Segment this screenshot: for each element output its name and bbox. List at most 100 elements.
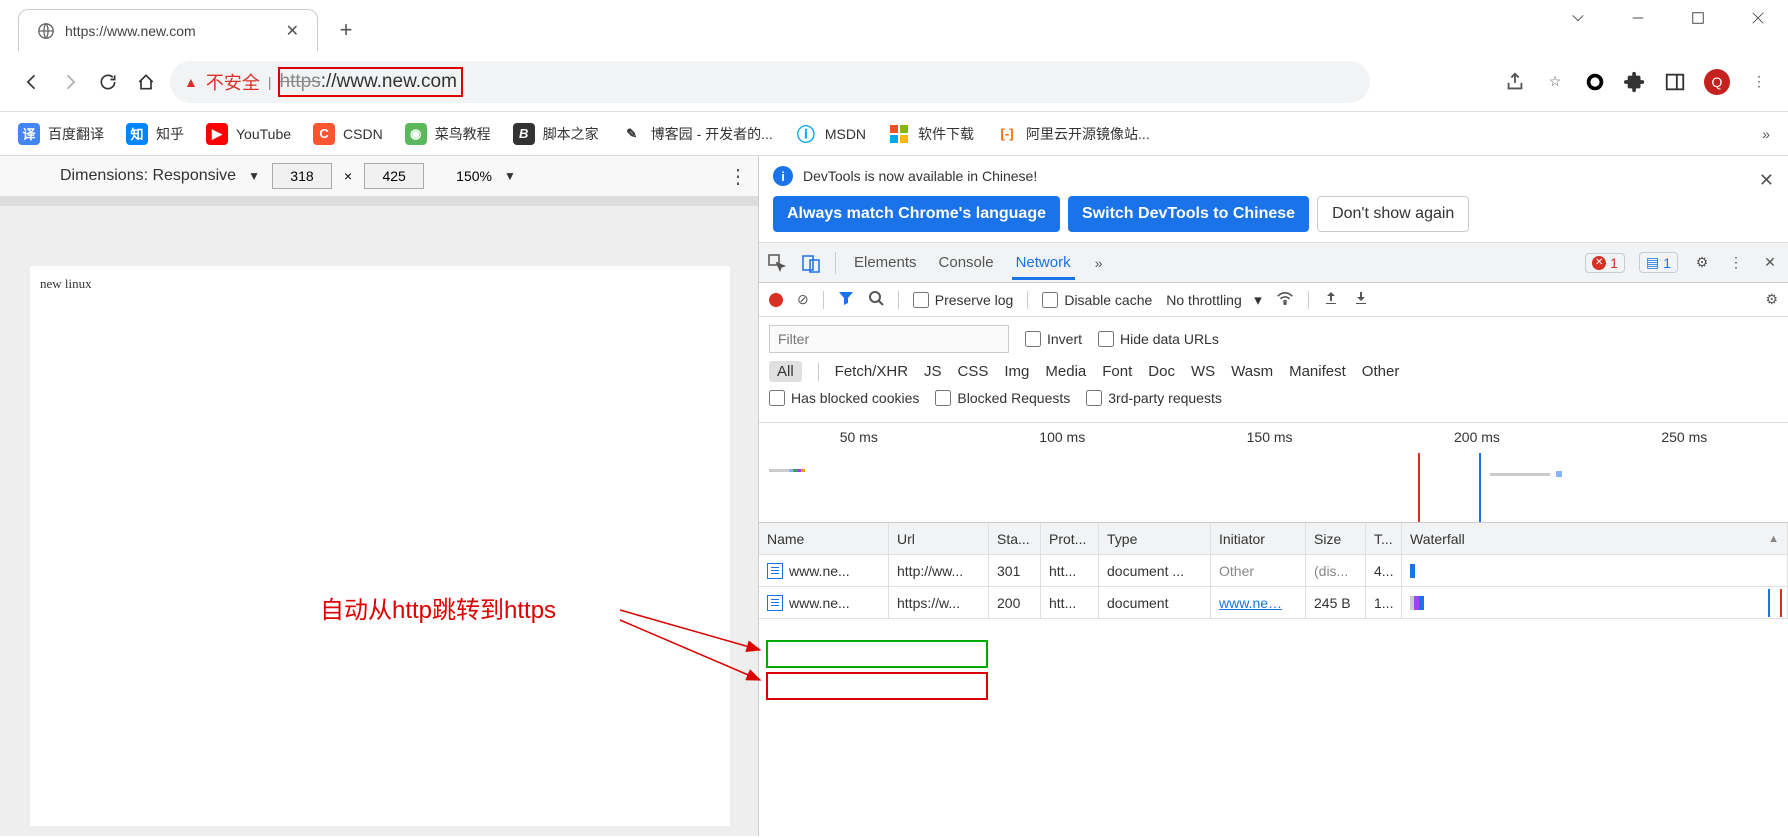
inspect-icon[interactable]	[767, 253, 787, 273]
device-toolbar: Dimensions: Responsive▼ × 150%▼ ⋮	[0, 156, 758, 196]
blocked-requests-checkbox[interactable]: Blocked Requests	[935, 390, 1070, 406]
close-tab-icon[interactable]: ✕	[286, 21, 299, 41]
filter-input[interactable]	[769, 325, 1009, 353]
maximize-button[interactable]	[1668, 0, 1728, 36]
filter-type[interactable]: Other	[1362, 363, 1400, 380]
blocked-cookies-checkbox[interactable]: Has blocked cookies	[769, 390, 919, 406]
bookmark-item[interactable]: ▶YouTube	[206, 123, 291, 145]
network-table: Name Url Sta... Prot... Type Initiator S…	[759, 523, 1788, 836]
bookmarks-overflow-icon[interactable]: »	[1762, 126, 1770, 142]
ruler	[0, 196, 758, 206]
error-badge[interactable]: ✕1	[1585, 253, 1625, 273]
toolbar-right: ☆ Q ⋮	[1504, 69, 1770, 95]
bookmark-icon: ✎	[621, 123, 643, 145]
throttling-select[interactable]: No throttling ▾	[1166, 291, 1262, 309]
bookmark-item[interactable]: ⓘMSDN	[795, 123, 866, 145]
table-row[interactable]: www.ne... http://ww... 301 htt... docume…	[759, 555, 1788, 587]
table-header: Name Url Sta... Prot... Type Initiator S…	[759, 523, 1788, 555]
network-toolbar: ⊘ Preserve log Disable cache No throttli…	[759, 283, 1788, 317]
dont-show-button[interactable]: Don't show again	[1317, 196, 1469, 232]
bookmark-item[interactable]: CCSDN	[313, 123, 383, 145]
filter-type[interactable]: CSS	[958, 363, 989, 380]
wifi-icon[interactable]	[1276, 289, 1294, 310]
close-devtools-icon[interactable]: ✕	[1760, 253, 1780, 273]
tabs-overflow-icon[interactable]: »	[1089, 253, 1109, 273]
profile-avatar[interactable]: Q	[1704, 69, 1730, 95]
search-icon[interactable]	[868, 290, 884, 309]
annotation-box	[278, 67, 463, 97]
bookmark-icon: ⓘ	[795, 123, 817, 145]
filter-type[interactable]: Wasm	[1231, 363, 1273, 380]
filter-type[interactable]: Doc	[1148, 363, 1175, 380]
new-tab-button[interactable]: +	[332, 16, 360, 44]
gear-icon[interactable]: ⚙	[1692, 253, 1712, 273]
bookmark-star-icon[interactable]: ☆	[1544, 71, 1566, 93]
menu-icon[interactable]: ⋮	[1748, 71, 1770, 93]
chevron-down-icon[interactable]	[1548, 0, 1608, 36]
bookmark-item[interactable]: [-]阿里云开源镜像站...	[996, 123, 1150, 145]
devtools-pane: i DevTools is now available in Chinese! …	[759, 156, 1788, 836]
device-toggle-icon[interactable]	[801, 253, 821, 273]
bookmark-item[interactable]: 软件下载	[888, 123, 974, 145]
bookmark-item[interactable]: 译百度翻译	[18, 123, 104, 145]
tab-elements[interactable]: Elements	[850, 246, 921, 279]
bookmark-icon: ▶	[206, 123, 228, 145]
switch-chinese-button[interactable]: Switch DevTools to Chinese	[1068, 196, 1309, 232]
share-icon[interactable]	[1504, 71, 1526, 93]
timeline[interactable]: 50 ms 100 ms 150 ms 200 ms 250 ms	[759, 423, 1788, 523]
forward-button[interactable]	[56, 68, 84, 96]
close-window-button[interactable]	[1728, 0, 1788, 36]
minimize-button[interactable]	[1608, 0, 1668, 36]
more-icon[interactable]: ⋮	[728, 164, 748, 189]
browser-tab[interactable]: https://www.new.com ✕	[18, 9, 318, 51]
net-settings-icon[interactable]: ⚙	[1765, 291, 1778, 308]
url-text: https://www.new.com	[280, 71, 457, 93]
filter-type[interactable]: Font	[1102, 363, 1132, 380]
bookmark-item[interactable]: B脚本之家	[513, 123, 599, 145]
filter-type[interactable]: JS	[924, 363, 942, 380]
bookmark-item[interactable]: ✎博客园 - 开发者的...	[621, 123, 773, 145]
filter-type-all[interactable]: All	[769, 361, 802, 382]
circle-icon[interactable]	[1584, 71, 1606, 93]
tab-network[interactable]: Network	[1012, 246, 1075, 280]
download-icon[interactable]	[1353, 290, 1369, 309]
clear-icon[interactable]: ⊘	[797, 291, 809, 308]
filter-type[interactable]: Media	[1045, 363, 1086, 380]
upload-icon[interactable]	[1323, 290, 1339, 309]
filter-bar: Invert Hide data URLs All Fetch/XHR JS C…	[759, 317, 1788, 423]
filter-type[interactable]: Manifest	[1289, 363, 1346, 380]
bookmark-item[interactable]: 知知乎	[126, 123, 184, 145]
kebab-icon[interactable]: ⋮	[1726, 253, 1746, 273]
height-input[interactable]	[364, 163, 424, 189]
record-icon[interactable]	[769, 293, 783, 307]
home-button[interactable]	[132, 68, 160, 96]
bookmark-item[interactable]: ◉菜鸟教程	[405, 123, 491, 145]
invert-checkbox[interactable]: Invert	[1025, 331, 1082, 347]
back-button[interactable]	[18, 68, 46, 96]
omnibox[interactable]: ▲ 不安全 | https://www.new.com	[170, 61, 1370, 103]
filter-type[interactable]: Fetch/XHR	[835, 363, 908, 380]
document-icon	[767, 563, 783, 579]
filter-icon[interactable]	[838, 290, 854, 309]
address-bar: ▲ 不安全 | https://www.new.com ☆ Q ⋮	[0, 52, 1788, 112]
dimensions-label[interactable]: Dimensions: Responsive	[60, 167, 236, 185]
tab-console[interactable]: Console	[935, 246, 998, 279]
preserve-log-checkbox[interactable]: Preserve log	[913, 292, 1014, 308]
width-input[interactable]	[272, 163, 332, 189]
always-match-button[interactable]: Always match Chrome's language	[773, 196, 1060, 232]
reload-button[interactable]	[94, 68, 122, 96]
filter-type[interactable]: WS	[1191, 363, 1215, 380]
banner-message: DevTools is now available in Chinese!	[803, 168, 1037, 184]
info-badge[interactable]: ▤1	[1639, 252, 1678, 273]
bookmark-icon: ◉	[405, 123, 427, 145]
disable-cache-checkbox[interactable]: Disable cache	[1042, 292, 1152, 308]
extensions-icon[interactable]	[1624, 71, 1646, 93]
filter-type[interactable]: Img	[1004, 363, 1029, 380]
side-panel-icon[interactable]	[1664, 71, 1686, 93]
third-party-checkbox[interactable]: 3rd-party requests	[1086, 390, 1222, 406]
table-row[interactable]: www.ne... https://w... 200 htt... docume…	[759, 587, 1788, 619]
close-banner-icon[interactable]: ✕	[1759, 170, 1774, 191]
hide-data-urls-checkbox[interactable]: Hide data URLs	[1098, 331, 1219, 347]
page-content: new linux	[30, 266, 730, 826]
zoom-select[interactable]: 150%	[456, 168, 492, 184]
